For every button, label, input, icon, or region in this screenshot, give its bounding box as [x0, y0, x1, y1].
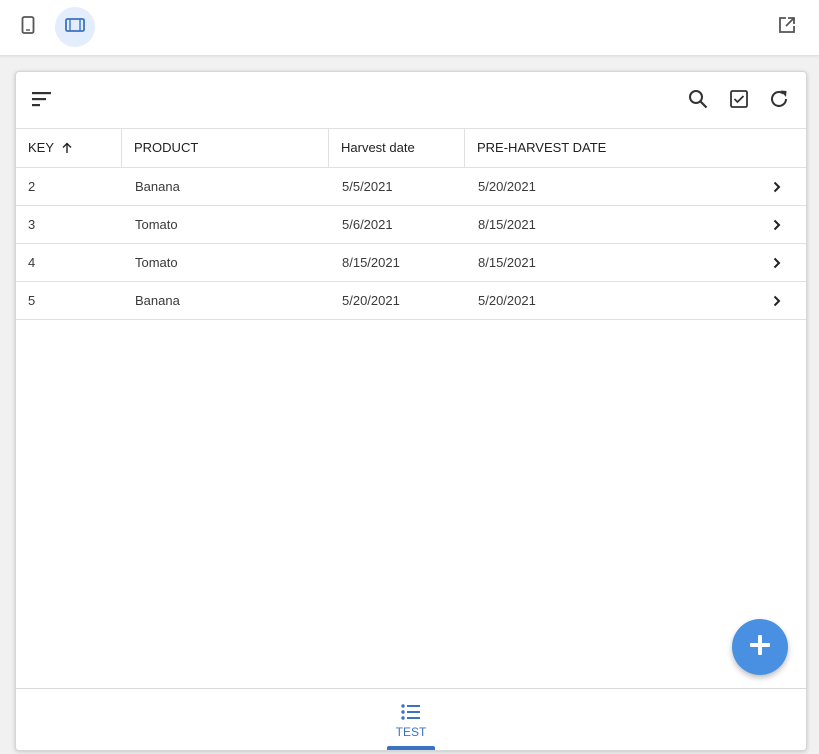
top-bar [0, 0, 819, 56]
cell-key: 3 [28, 217, 36, 232]
cell-harvest-date: 5/5/2021 [342, 179, 393, 194]
cell-product: Banana [135, 293, 180, 308]
table-header: KEY PRODUCT Harvest date PRE-HARVEST DAT… [16, 129, 806, 168]
column-header-harvest-date[interactable]: Harvest date [329, 129, 465, 167]
phone-view-button[interactable] [8, 7, 48, 47]
plus-icon [749, 634, 771, 661]
column-header-label: PRE-HARVEST DATE [477, 140, 607, 155]
cell-product: Banana [135, 179, 180, 194]
column-header-label: Harvest date [341, 140, 415, 155]
table-row[interactable]: 3 Tomato 5/6/2021 8/15/2021 [16, 206, 806, 244]
chevron-right-icon [770, 294, 784, 308]
chevron-right-icon [770, 180, 784, 194]
select-checkbox-icon [730, 89, 748, 113]
bottom-navigation: TEST [16, 688, 806, 750]
phone-icon [21, 15, 35, 39]
table-toolbar [16, 72, 806, 129]
column-header-product[interactable]: PRODUCT [122, 129, 329, 167]
cell-harvest-date: 8/15/2021 [342, 255, 400, 270]
table-card: KEY PRODUCT Harvest date PRE-HARVEST DAT… [15, 71, 807, 751]
search-button[interactable] [682, 85, 714, 117]
chevron-right-icon [770, 218, 784, 232]
table-row[interactable]: 2 Banana 5/5/2021 5/20/2021 [16, 168, 806, 206]
table-row[interactable]: 5 Banana 5/20/2021 5/20/2021 [16, 282, 806, 320]
chevron-right-icon [770, 256, 784, 270]
cell-pre-harvest-date: 8/15/2021 [478, 217, 536, 232]
column-header-label: PRODUCT [134, 140, 199, 155]
cell-product: Tomato [135, 255, 178, 270]
nav-tab-test[interactable]: TEST [379, 689, 443, 750]
tablet-view-button[interactable] [55, 7, 95, 47]
cell-harvest-date: 5/6/2021 [342, 217, 393, 232]
sort-button[interactable] [26, 85, 58, 117]
refresh-button[interactable] [763, 85, 795, 117]
nav-tab-label: TEST [395, 725, 427, 739]
column-header-label: KEY [28, 140, 54, 155]
cell-pre-harvest-date: 5/20/2021 [478, 179, 536, 194]
sort-icon [32, 91, 52, 112]
search-icon [688, 89, 708, 114]
refresh-icon [768, 88, 790, 115]
cell-harvest-date: 5/20/2021 [342, 293, 400, 308]
cell-pre-harvest-date: 8/15/2021 [478, 255, 536, 270]
column-header-pre-harvest-date[interactable]: PRE-HARVEST DATE [465, 129, 806, 167]
active-tab-indicator [387, 746, 435, 750]
list-icon [401, 704, 421, 725]
cell-key: 5 [28, 293, 36, 308]
cell-product: Tomato [135, 217, 178, 232]
sort-ascending-icon [62, 130, 72, 168]
tablet-icon [65, 17, 85, 37]
table-row[interactable]: 4 Tomato 8/15/2021 8/15/2021 [16, 244, 806, 282]
cell-key: 4 [28, 255, 36, 270]
cell-key: 2 [28, 179, 36, 194]
add-button[interactable] [732, 619, 788, 675]
column-header-key[interactable]: KEY [16, 129, 122, 167]
cell-pre-harvest-date: 5/20/2021 [478, 293, 536, 308]
open-in-new-button[interactable] [767, 7, 807, 47]
select-button[interactable] [723, 85, 755, 117]
open-in-new-icon [778, 16, 796, 39]
